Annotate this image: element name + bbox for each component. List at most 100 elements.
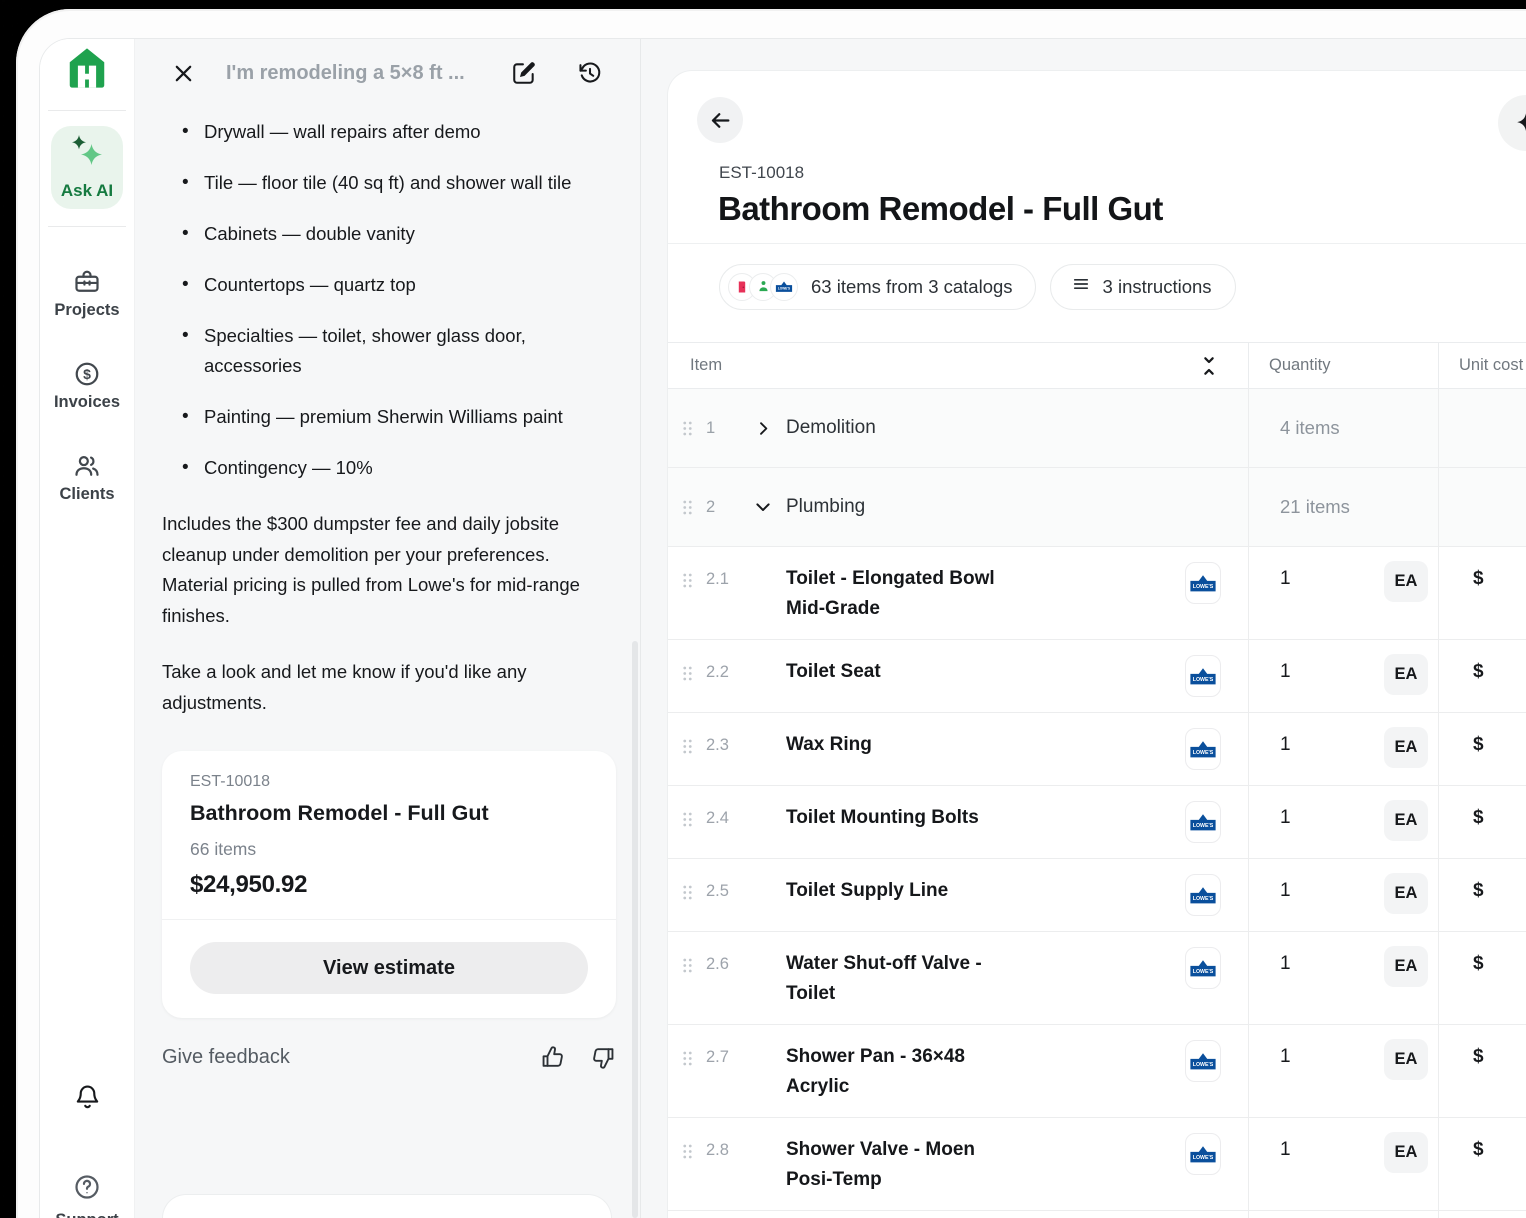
unit-badge[interactable]: EA (1384, 1132, 1428, 1173)
table-item-row[interactable]: 2.8 Shower Valve - Moen Posi-Temp LOWE'S… (668, 1118, 1526, 1211)
unit-cost-value[interactable]: $ (1473, 1046, 1484, 1067)
ai-chat-panel: I'm remodeling a 5×8 ft ... Drywall — wa… (135, 39, 641, 1218)
table-item-row[interactable]: 2.7 Shower Pan - 36×48 Acrylic LOWE'S 1 … (668, 1025, 1526, 1118)
unit-cost-value[interactable]: $ (1473, 1139, 1484, 1160)
quantity-value[interactable]: 1 (1280, 1135, 1291, 1165)
column-header-item[interactable]: Item (690, 356, 722, 375)
table-item-row[interactable]: 2.9 Shower Head - Moen LOWE'S 1 EA $ (668, 1211, 1526, 1218)
chat-bullet-item: Painting — premium Sherwin Williams pain… (182, 402, 616, 432)
unit-cost-value[interactable]: $ (1473, 880, 1484, 901)
quantity-value[interactable]: 1 (1280, 803, 1291, 833)
table-item-row[interactable]: 2.4 Toilet Mounting Bolts LOWE'S 1 EA $ (668, 786, 1526, 859)
item-number: 2.8 (706, 1135, 740, 1165)
table-group-row[interactable]: 2 Plumbing 21 items (668, 468, 1526, 547)
ask-ai-button[interactable]: Ask AI (51, 126, 123, 209)
catalogs-badge[interactable]: LOWE'S 63 items from 3 catalogs (719, 264, 1036, 310)
chat-history-icon[interactable] (577, 60, 603, 86)
back-button[interactable] (697, 97, 743, 143)
item-name[interactable]: Water Shut-off Valve - Toilet (786, 949, 1021, 1009)
drag-handle-icon[interactable] (682, 811, 694, 828)
chat-bullet-item: Cabinets — double vanity (182, 219, 616, 249)
lowes-vendor-badge[interactable]: LOWE'S (1185, 947, 1221, 989)
chat-scrollbar[interactable] (632, 641, 638, 1218)
table-item-row[interactable]: 2.2 Toilet Seat LOWE'S 1 EA $ (668, 640, 1526, 713)
quantity-value[interactable]: 1 (1280, 1042, 1291, 1072)
instructions-badge[interactable]: 3 instructions (1050, 264, 1236, 310)
unit-cost-value[interactable]: $ (1473, 807, 1484, 828)
lowes-vendor-badge[interactable]: LOWE'S (1185, 1040, 1221, 1082)
table-item-row[interactable]: 2.3 Wax Ring LOWE'S 1 EA $ (668, 713, 1526, 786)
notifications-bell-icon[interactable] (72, 1081, 102, 1111)
table-item-row[interactable]: 2.6 Water Shut-off Valve - Toilet LOWE'S… (668, 932, 1526, 1025)
chat-thread-title[interactable]: I'm remodeling a 5×8 ft ... (226, 62, 511, 85)
table-body: 1 Demolition 4 items 2 Plumbing 21 items… (668, 389, 1526, 1218)
drag-handle-icon[interactable] (682, 738, 694, 755)
item-name[interactable]: Toilet Seat (786, 657, 881, 687)
lowes-vendor-badge[interactable]: LOWE'S (1185, 874, 1221, 916)
quantity-value[interactable]: 1 (1280, 949, 1291, 979)
unit-cost-value[interactable]: $ (1473, 568, 1484, 589)
unit-cost-value[interactable]: $ (1473, 734, 1484, 755)
item-name[interactable]: Toilet Supply Line (786, 876, 948, 906)
quantity-value[interactable]: 1 (1280, 564, 1291, 594)
chat-message-input[interactable] (162, 1194, 612, 1218)
unit-badge[interactable]: EA (1384, 727, 1428, 768)
item-name[interactable]: Shower Pan - 36×48 Acrylic (786, 1042, 1021, 1102)
view-estimate-button[interactable]: View estimate (190, 942, 588, 994)
lowes-vendor-badge[interactable]: LOWE'S (1185, 655, 1221, 697)
unit-cost-value[interactable]: $ (1473, 953, 1484, 974)
drag-handle-icon[interactable] (682, 957, 694, 974)
drag-handle-icon[interactable] (682, 1050, 694, 1067)
table-item-row[interactable]: 2.1 Toilet - Elongated Bowl Mid-Grade LO… (668, 547, 1526, 640)
item-name[interactable]: Wax Ring (786, 730, 872, 760)
sidebar-item-clients[interactable]: Clients (59, 452, 114, 504)
handoff-logo-icon[interactable] (63, 43, 111, 93)
drag-handle-icon[interactable] (682, 1143, 694, 1160)
lowes-vendor-badge[interactable]: LOWE'S (1185, 728, 1221, 770)
thumbs-up-icon[interactable] (540, 1045, 565, 1070)
quantity-value[interactable]: 1 (1280, 730, 1291, 760)
close-chat-button[interactable] (172, 62, 195, 85)
badges-row: LOWE'S 63 items from 3 catalogs 3 instru… (668, 244, 1526, 316)
item-name[interactable]: Shower Valve - Moen Posi-Temp (786, 1135, 1021, 1195)
drag-handle-icon[interactable] (682, 572, 694, 589)
unit-badge[interactable]: EA (1384, 873, 1428, 914)
unit-badge[interactable]: EA (1384, 654, 1428, 695)
thumbs-down-icon[interactable] (591, 1045, 616, 1070)
chevron-right-icon[interactable] (740, 420, 786, 437)
sidebar-item-invoices[interactable]: $ Invoices (54, 360, 120, 412)
catalogs-badge-label: 63 items from 3 catalogs (811, 276, 1013, 298)
drag-handle-icon[interactable] (682, 884, 694, 901)
group-item-count: 21 items (1248, 468, 1438, 546)
drag-handle-icon[interactable] (682, 420, 694, 437)
table-item-row[interactable]: 2.5 Toilet Supply Line LOWE'S 1 EA $ (668, 859, 1526, 932)
unit-badge[interactable]: EA (1384, 1039, 1428, 1080)
unit-badge[interactable]: EA (1384, 561, 1428, 602)
sidebar-item-projects[interactable]: Projects (54, 268, 119, 320)
lowes-vendor-badge[interactable]: LOWE'S (1185, 562, 1221, 604)
drag-handle-icon[interactable] (682, 499, 694, 516)
column-header-quantity[interactable]: Quantity (1269, 356, 1330, 375)
column-header-unit-cost[interactable]: Unit cost (1459, 356, 1523, 375)
unit-cost-value[interactable]: $ (1473, 661, 1484, 682)
quantity-value[interactable]: 1 (1280, 657, 1291, 687)
chat-bullet-item: Specialties — toilet, shower glass door,… (182, 321, 616, 381)
item-number: 2.7 (706, 1042, 740, 1072)
lowes-vendor-badge[interactable]: LOWE'S (1185, 1133, 1221, 1175)
lowes-vendor-badge[interactable]: LOWE'S (1185, 801, 1221, 843)
new-chat-compose-icon[interactable] (511, 60, 537, 86)
table-group-row[interactable]: 1 Demolition 4 items (668, 389, 1526, 468)
item-name[interactable]: Toilet - Elongated Bowl Mid-Grade (786, 564, 1021, 624)
item-name[interactable]: Toilet Mounting Bolts (786, 803, 979, 833)
collapse-all-icon[interactable] (1198, 355, 1220, 377)
unit-badge[interactable]: EA (1384, 800, 1428, 841)
ai-sparkle-button[interactable] (1498, 95, 1526, 151)
svg-text:$: $ (83, 366, 91, 382)
drag-handle-icon[interactable] (682, 665, 694, 682)
chevron-down-icon[interactable] (740, 498, 786, 516)
estimate-detail-panel: EST-10018 Bathroom Remodel - Full Gut LO… (641, 39, 1526, 1218)
support-button[interactable]: Support (55, 1173, 118, 1218)
unit-badge[interactable]: EA (1384, 946, 1428, 987)
chat-paragraph: Includes the $300 dumpster fee and daily… (162, 509, 616, 631)
quantity-value[interactable]: 1 (1280, 876, 1291, 906)
